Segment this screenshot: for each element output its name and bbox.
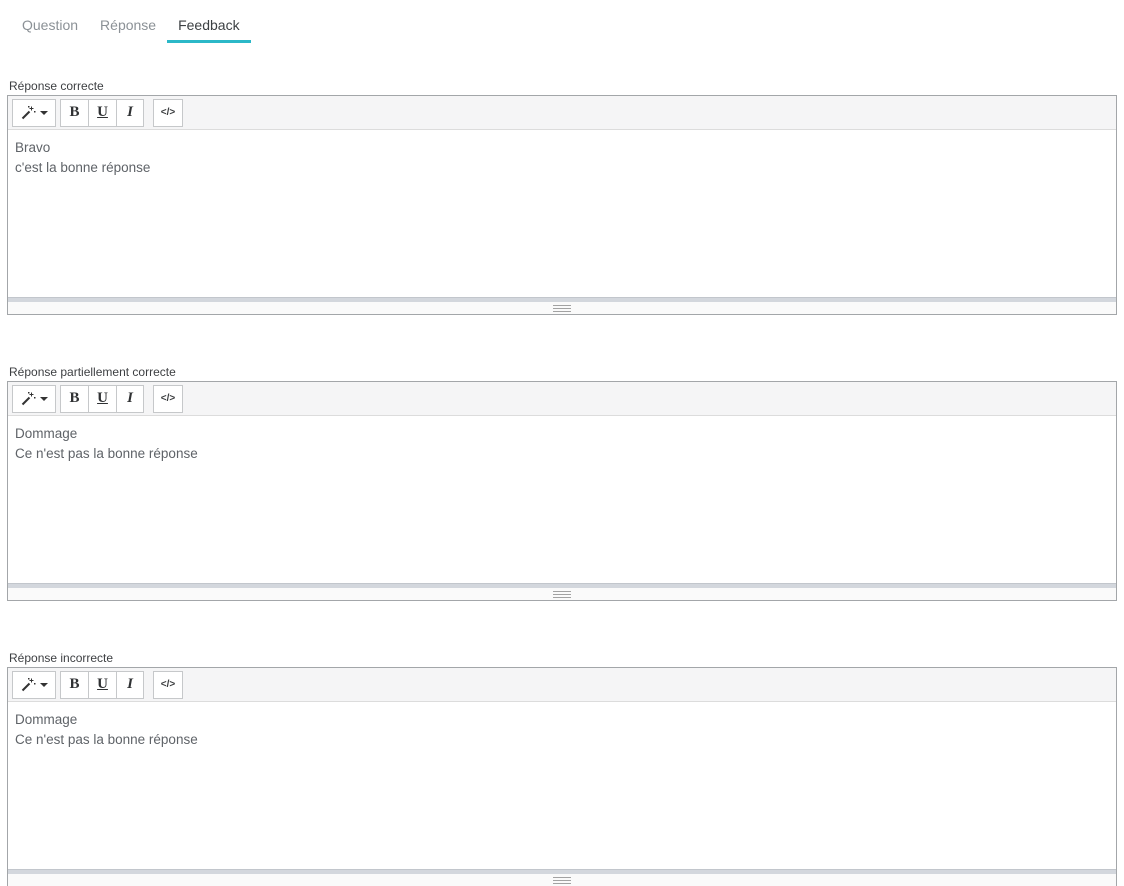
editor-statusbar [8,874,1116,886]
editor-text-line: Bravo [15,138,1109,158]
italic-button[interactable]: I [116,99,144,127]
rich-text-editor-incorrect: B U I </> Dommage Ce n'est pas la bonne … [7,667,1117,886]
bold-button[interactable]: B [60,99,88,127]
editor-content-area[interactable]: Dommage Ce n'est pas la bonne réponse [8,702,1116,869]
resize-grip-icon[interactable] [553,877,571,884]
editor-label: Réponse correcte [9,79,1117,93]
caret-down-icon [40,683,48,687]
format-button-group: B U I [60,671,144,699]
underline-button[interactable]: U [88,385,116,413]
bold-button[interactable]: B [60,385,88,413]
format-wand-dropdown-button[interactable] [12,99,56,127]
italic-button[interactable]: I [116,671,144,699]
magic-wand-icon [20,105,36,121]
resize-grip-icon[interactable] [553,305,571,312]
format-button-group: B U I [60,99,144,127]
format-wand-dropdown-button[interactable] [12,385,56,413]
editor-label: Réponse incorrecte [9,651,1117,665]
editor-toolbar: B U I </> [8,382,1116,416]
editor-text-line: Ce n'est pas la bonne réponse [15,444,1109,464]
feedback-page: Question Réponse Feedback Réponse correc… [0,0,1124,886]
rich-text-editor-partial: B U I </> Dommage Ce n'est pas la bonne … [7,381,1117,601]
format-button-group: B U I [60,385,144,413]
code-view-button[interactable]: </> [153,385,183,413]
tab-question[interactable]: Question [11,9,89,43]
underline-button[interactable]: U [88,99,116,127]
editor-content-area[interactable]: Dommage Ce n'est pas la bonne réponse [8,416,1116,583]
code-view-button[interactable]: </> [153,671,183,699]
tab-reponse[interactable]: Réponse [89,9,167,43]
incorrect-answer-section: Réponse incorrecte B U [7,651,1117,886]
underline-button[interactable]: U [88,671,116,699]
editor-text-line: Ce n'est pas la bonne réponse [15,730,1109,750]
correct-answer-section: Réponse correcte B U [7,79,1117,315]
editor-text-line: Dommage [15,710,1109,730]
code-view-button[interactable]: </> [153,99,183,127]
rich-text-editor-correct: B U I </> Bravo c'est la bonne réponse [7,95,1117,315]
partially-correct-answer-section: Réponse partiellement correcte B [7,365,1117,601]
caret-down-icon [40,111,48,115]
italic-button[interactable]: I [116,385,144,413]
editor-statusbar [8,302,1116,314]
format-wand-dropdown-button[interactable] [12,671,56,699]
bold-button[interactable]: B [60,671,88,699]
magic-wand-icon [20,391,36,407]
editor-text-line: Dommage [15,424,1109,444]
editor-toolbar: B U I </> [8,96,1116,130]
editor-statusbar [8,588,1116,600]
editor-label: Réponse partiellement correcte [9,365,1117,379]
editor-toolbar: B U I </> [8,668,1116,702]
tab-bar: Question Réponse Feedback [11,0,1117,43]
resize-grip-icon[interactable] [553,591,571,598]
magic-wand-icon [20,677,36,693]
caret-down-icon [40,397,48,401]
editor-content-area[interactable]: Bravo c'est la bonne réponse [8,130,1116,297]
editor-text-line: c'est la bonne réponse [15,158,1109,178]
tab-feedback[interactable]: Feedback [167,9,250,43]
